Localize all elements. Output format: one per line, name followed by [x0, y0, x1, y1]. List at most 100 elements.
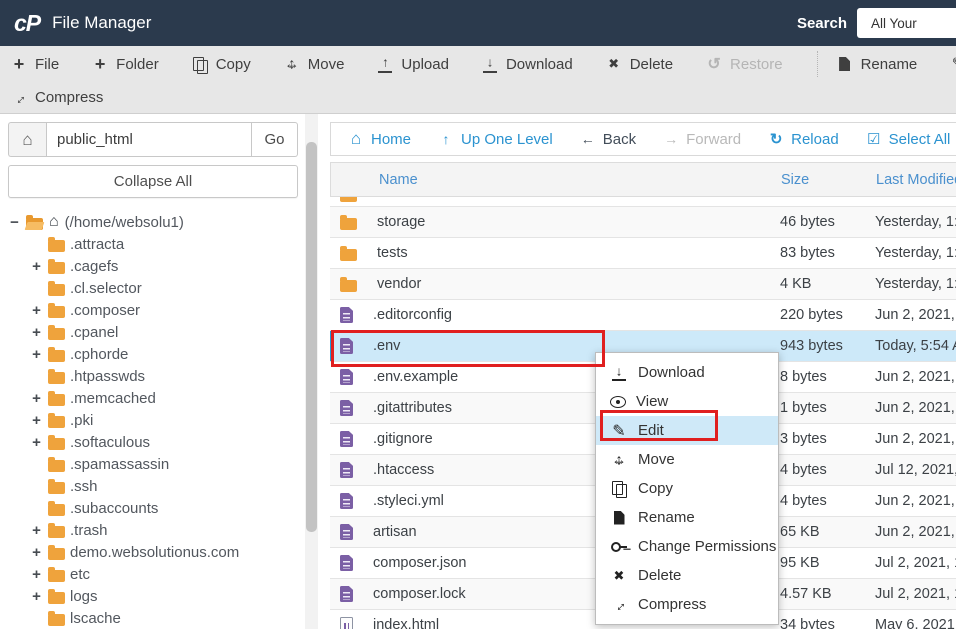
plus-icon — [91, 56, 109, 73]
tree-item[interactable]: + .pki — [8, 409, 298, 431]
compress-button[interactable]: Compress — [10, 89, 103, 106]
menu-copy[interactable]: Copy — [596, 474, 778, 503]
tree-expander[interactable]: + — [30, 324, 43, 341]
folder-button[interactable]: Folder — [91, 56, 159, 73]
column-header-last-modified[interactable]: Last Modified — [866, 172, 956, 188]
column-header-size[interactable]: Size — [771, 172, 866, 188]
tree-item[interactable]: + logs — [8, 585, 298, 607]
menu-edit[interactable]: Edit — [596, 416, 778, 445]
file-row[interactable] — [330, 197, 956, 207]
file-row[interactable]: .editorconfig 220 bytes Jun 2, 2021, 2 — [330, 300, 956, 331]
upload-button[interactable]: Upload — [376, 56, 449, 73]
toolbar-button-label: Download — [506, 56, 573, 73]
tree-item[interactable]: + demo.websolutionus.com — [8, 541, 298, 563]
file-last-modified: Jun 2, 2021, 2 — [865, 369, 956, 385]
nav-forward[interactable]: Forward — [662, 131, 741, 148]
tree-item[interactable]: .cl.selector — [8, 277, 298, 299]
tree-item[interactable]: lscache — [8, 607, 298, 629]
column-header-name[interactable]: Name — [331, 172, 771, 188]
tree-item[interactable]: .subaccounts — [8, 497, 298, 519]
tree-item-label: .composer — [70, 302, 140, 319]
tree-item[interactable]: − ⌂ (/home/websolu1) — [8, 211, 298, 233]
tree-expander[interactable]: + — [30, 346, 43, 363]
tree-expander[interactable]: + — [30, 522, 43, 539]
edit-icon — [949, 56, 956, 73]
file-button[interactable]: File — [10, 56, 59, 73]
download-icon — [481, 56, 499, 73]
file-row[interactable]: tests 83 bytes Yesterday, 1:4 — [330, 238, 956, 269]
file-icon — [340, 431, 353, 447]
nav-up-one-level[interactable]: Up One Level — [437, 131, 553, 148]
tree-item[interactable]: + .softaculous — [8, 431, 298, 453]
delete-button[interactable]: Delete — [605, 56, 673, 73]
go-button[interactable]: Go — [252, 122, 298, 157]
toolbar-button-label: Copy — [216, 56, 251, 73]
file-row[interactable]: vendor 4 KB Yesterday, 1:4 — [330, 269, 956, 300]
rename-button[interactable]: Rename — [817, 51, 918, 77]
tree-item-label: .ssh — [70, 478, 98, 495]
tree-item[interactable]: .ssh — [8, 475, 298, 497]
tree-expander[interactable]: + — [30, 588, 43, 605]
move-button[interactable]: Move — [283, 56, 345, 73]
directory-tree: − ⌂ (/home/websolu1) .attracta + .cagefs — [8, 211, 298, 629]
context-menu-item-label: Compress — [638, 596, 706, 613]
nav-select-all[interactable]: Select All — [865, 131, 951, 148]
menu-download[interactable]: Download — [596, 358, 778, 387]
menu-view[interactable]: View — [596, 387, 778, 416]
tree-expander[interactable]: + — [30, 258, 43, 275]
sidebar-scrollbar-thumb[interactable] — [306, 142, 317, 532]
menu-compress[interactable]: Compress — [596, 590, 778, 619]
menu-change-permissions[interactable]: Change Permissions — [596, 532, 778, 561]
tree-expander[interactable]: + — [30, 390, 43, 407]
tree-expander[interactable]: − — [8, 214, 21, 231]
tree-item[interactable]: + .cagefs — [8, 255, 298, 277]
tree-item[interactable]: .spamassassin — [8, 453, 298, 475]
tree-item[interactable]: .attracta — [8, 233, 298, 255]
file-name: artisan — [373, 524, 417, 540]
tree-expander[interactable]: + — [30, 302, 43, 319]
nav-reload[interactable]: Reload — [767, 131, 839, 148]
tree-item[interactable]: + .memcached — [8, 387, 298, 409]
menu-rename[interactable]: Rename — [596, 503, 778, 532]
path-input[interactable] — [46, 122, 252, 157]
nav-back[interactable]: Back — [579, 131, 636, 148]
home-path-button[interactable] — [8, 122, 46, 157]
search-scope-dropdown[interactable]: All Your — [857, 8, 956, 38]
tree-item[interactable]: + .cphorde — [8, 343, 298, 365]
tree-expander[interactable]: + — [30, 412, 43, 429]
tree-expander[interactable]: + — [30, 566, 43, 583]
menu-move[interactable]: Move — [596, 445, 778, 474]
tree-item[interactable]: + .cpanel — [8, 321, 298, 343]
download-icon — [610, 364, 628, 381]
tree-expander[interactable]: + — [30, 544, 43, 561]
sidebar-scrollbar[interactable] — [305, 114, 318, 629]
toolbar-row2: Compress — [0, 82, 956, 114]
folder-icon — [48, 614, 65, 626]
tree-item[interactable]: + .trash — [8, 519, 298, 541]
folder-icon — [48, 548, 65, 560]
restore-button[interactable]: Restore — [705, 56, 783, 73]
file-size: 8 bytes — [770, 369, 865, 385]
nav-link-label: Forward — [686, 131, 741, 148]
tree-item[interactable]: + etc — [8, 563, 298, 585]
file-name: index.html — [373, 617, 439, 629]
edit-button[interactable]: Edit — [949, 56, 956, 73]
folder-icon — [48, 570, 65, 582]
nav-link-label: Up One Level — [461, 131, 553, 148]
context-menu-item-label: Move — [638, 451, 675, 468]
download-button[interactable]: Download — [481, 56, 573, 73]
collapse-all-button[interactable]: Collapse All — [8, 165, 298, 198]
tree-item[interactable]: + .composer — [8, 299, 298, 321]
copy-button[interactable]: Copy — [191, 56, 251, 73]
file-row[interactable]: storage 46 bytes Yesterday, 1:4 — [330, 207, 956, 238]
menu-delete[interactable]: Delete — [596, 561, 778, 590]
folder-icon — [48, 372, 65, 384]
tree-item[interactable]: .htpasswds — [8, 365, 298, 387]
context-menu-item-label: Rename — [638, 509, 695, 526]
file-table-header: Name Size Last Modified — [330, 162, 956, 197]
delete-icon — [605, 56, 623, 73]
folder-icon — [48, 438, 65, 450]
tree-item-label: .spamassassin — [70, 456, 169, 473]
tree-expander[interactable]: + — [30, 434, 43, 451]
nav-home[interactable]: Home — [347, 131, 411, 148]
